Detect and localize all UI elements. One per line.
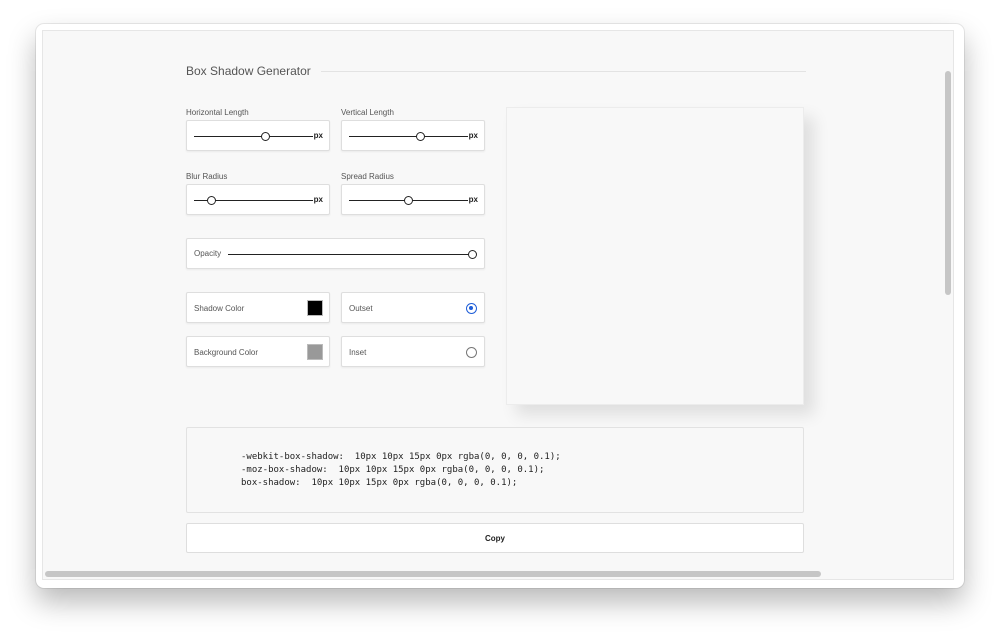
- background-color-control[interactable]: Background Color: [186, 336, 330, 367]
- vertical-scrollbar[interactable]: [945, 71, 951, 295]
- background-color-label: Background Color: [194, 348, 259, 357]
- blur-radius-label: Blur Radius: [186, 172, 228, 181]
- blur-radius-thumb[interactable]: [207, 196, 217, 205]
- blur-radius-unit: px: [313, 195, 323, 204]
- outset-option[interactable]: Outset: [341, 292, 485, 323]
- horizontal-length-thumb[interactable]: [260, 132, 270, 141]
- inset-radio[interactable]: [466, 347, 477, 358]
- vertical-length-unit: px: [468, 131, 478, 140]
- outset-label: Outset: [349, 304, 373, 313]
- shadow-color-label: Shadow Color: [194, 304, 245, 313]
- opacity-thumb[interactable]: [467, 250, 477, 259]
- code-line-standard: box-shadow: 10px 10px 15px 0px rgba(0, 0…: [241, 478, 518, 488]
- horizontal-length-label: Horizontal Length: [186, 108, 249, 117]
- horizontal-length-unit: px: [313, 131, 323, 140]
- vertical-length-thumb[interactable]: [415, 132, 425, 141]
- shadow-color-swatch[interactable]: [307, 300, 323, 316]
- spread-radius-label: Spread Radius: [341, 172, 394, 181]
- header-divider: [320, 70, 806, 72]
- shadow-preview-box: [506, 107, 804, 405]
- opacity-label: Opacity: [194, 249, 222, 258]
- horizontal-scrollbar[interactable]: [45, 571, 821, 577]
- opacity-control: Opacity: [186, 238, 485, 269]
- inset-label: Inset: [349, 348, 367, 357]
- css-code-output: -webkit-box-shadow: 10px 10px 15px 0px r…: [186, 427, 804, 513]
- horizontal-length-track[interactable]: [194, 136, 313, 137]
- browser-window: Box Shadow Generator Horizontal Length p…: [36, 24, 964, 588]
- spread-radius-control: px: [341, 184, 485, 215]
- page-viewport: Box Shadow Generator Horizontal Length p…: [42, 30, 954, 580]
- spread-radius-unit: px: [468, 195, 478, 204]
- shadow-color-control[interactable]: Shadow Color: [186, 292, 330, 323]
- outset-radio[interactable]: [466, 303, 477, 314]
- code-line-webkit: -webkit-box-shadow: 10px 10px 15px 0px r…: [241, 452, 561, 462]
- page-title: Box Shadow Generator: [186, 64, 311, 78]
- copy-button[interactable]: Copy: [186, 523, 804, 553]
- vertical-length-label: Vertical Length: [341, 108, 394, 117]
- spread-radius-thumb[interactable]: [404, 196, 413, 205]
- code-line-moz: -moz-box-shadow: 10px 10px 15px 0px rgba…: [241, 465, 545, 475]
- inset-option[interactable]: Inset: [341, 336, 485, 367]
- horizontal-length-control: px: [186, 120, 330, 151]
- page-header: Box Shadow Generator: [186, 63, 806, 79]
- vertical-length-control: px: [341, 120, 485, 151]
- blur-radius-control: px: [186, 184, 330, 215]
- vertical-length-track[interactable]: [349, 136, 468, 137]
- opacity-track[interactable]: [228, 254, 472, 255]
- background-color-swatch[interactable]: [307, 344, 323, 360]
